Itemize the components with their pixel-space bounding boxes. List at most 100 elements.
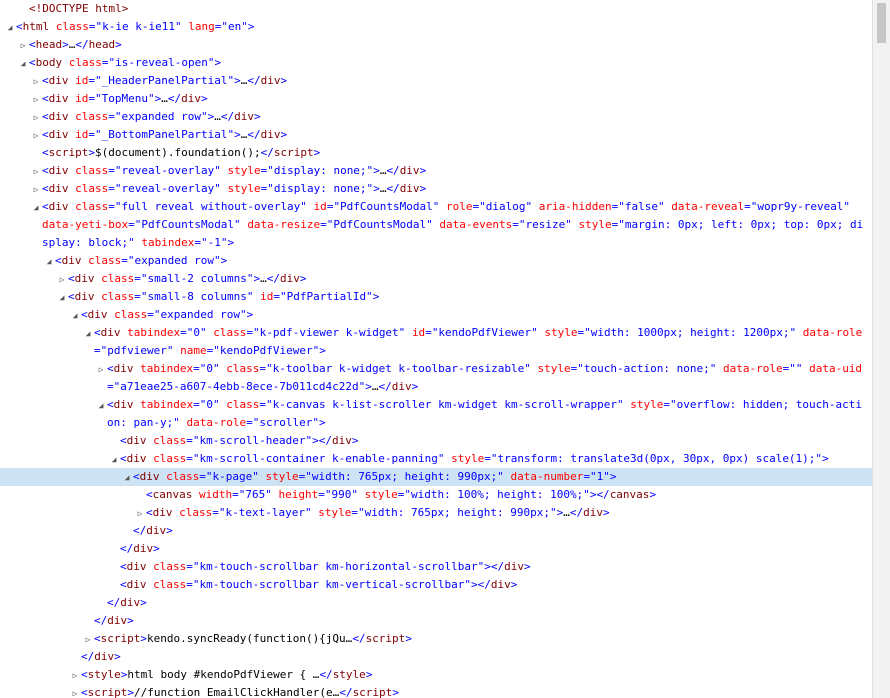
dom-node-line[interactable]: ▷ <div class="reveal-overlay" style="disp…: [0, 162, 872, 180]
dom-node-line-continuation[interactable]: ="pdfviewer" name="kendoPdfViewer">: [0, 342, 872, 360]
dom-node-line[interactable]: </div>: [0, 594, 872, 612]
dom-node-line[interactable]: ◢ <div class="km-scroll-container k-enabl…: [0, 450, 872, 468]
collapse-triangle-icon[interactable]: ▷: [30, 91, 42, 108]
attr-value: "_HeaderPanelPartial": [95, 74, 235, 87]
attr-value: "small-8 columns": [140, 290, 254, 303]
bracket: </: [81, 650, 95, 663]
dom-node-line-continuation[interactable]: data-yeti-box="PdfCountsModal" data-resi…: [0, 216, 872, 234]
tag-name: head: [35, 38, 63, 51]
expand-triangle-icon[interactable]: ◢: [69, 307, 81, 324]
tag-name: div: [260, 74, 281, 87]
equals-sign: =: [193, 398, 200, 411]
equals-sign: =: [121, 254, 128, 267]
bracket: <: [133, 470, 140, 483]
attr-value: "k-page": [205, 470, 259, 483]
attr-value: "resize": [518, 218, 572, 231]
dom-node-line[interactable]: ▷ <head>…</head>: [0, 36, 872, 54]
equals-sign: =: [108, 164, 115, 177]
dom-node-line[interactable]: </div>: [0, 522, 872, 540]
dom-node-line[interactable]: ▷ <div id="_BottomPanelPartial">…</div>: [0, 126, 872, 144]
expand-triangle-icon[interactable]: ◢: [17, 55, 29, 72]
bracket: >: [140, 596, 147, 609]
dom-node-line[interactable]: ▷ <script>kendo.syncReady(function(){jQu……: [0, 630, 872, 648]
equals-sign: =: [88, 128, 95, 141]
expand-triangle-icon[interactable]: ◢: [108, 451, 120, 468]
attr-value: "PdfCountsModal": [134, 218, 241, 231]
bracket: >: [649, 488, 657, 501]
expand-triangle-icon[interactable]: ◢: [82, 325, 94, 342]
dom-node-line[interactable]: <canvas width="765" height="990" style="…: [0, 486, 872, 504]
scrollbar-thumb[interactable]: [877, 3, 886, 43]
bracket: >: [280, 74, 288, 87]
attr-name: style: [364, 488, 398, 501]
tag-name: script: [48, 146, 89, 159]
dom-node-line[interactable]: ▷ <script>//function EmailClickHandler(e……: [0, 684, 872, 698]
dom-node-line[interactable]: ▷ <div class="small-2 columns">…</div>: [0, 270, 872, 288]
expand-triangle-icon[interactable]: ◢: [4, 19, 16, 36]
expand-triangle-icon[interactable]: ◢: [56, 289, 68, 306]
dom-node-line-continuation[interactable]: ="a71eae25-a607-4ebb-8ece-7b011cd4c22d">…: [0, 378, 872, 396]
dom-node-line[interactable]: <div class="km-scroll-header"></div>: [0, 432, 872, 450]
dom-node-line[interactable]: ▷ <div class="reveal-overlay" style="disp…: [0, 180, 872, 198]
expand-triangle-icon[interactable]: ◢: [121, 469, 133, 486]
collapse-triangle-icon[interactable]: ▷: [95, 361, 107, 378]
bracket: </: [120, 542, 134, 555]
dom-node-line[interactable]: </div>: [0, 648, 872, 666]
dom-node-line[interactable]: <div class="km-touch-scrollbar km-vertic…: [0, 576, 872, 594]
collapse-triangle-icon[interactable]: ▷: [56, 271, 68, 288]
bracket: <: [146, 488, 153, 501]
bracket: <: [81, 668, 88, 681]
dom-node-line[interactable]: ◢ <div tabindex="0" class="k-pdf-viewer k…: [0, 324, 872, 342]
tag-name: div: [490, 578, 511, 591]
dom-node-line[interactable]: ▷ <div class="expanded row">…</div>: [0, 108, 872, 126]
dom-node-line[interactable]: ◢ <body class="is-reveal-open">: [0, 54, 872, 72]
attr-name: height: [278, 488, 319, 501]
vertical-scrollbar[interactable]: [872, 0, 890, 698]
collapse-triangle-icon[interactable]: ▷: [30, 73, 42, 90]
dom-node-line[interactable]: ▷ <style>html body #kendoPdfViewer { …</s…: [0, 666, 872, 684]
collapse-triangle-icon[interactable]: ▷: [30, 163, 42, 180]
dom-node-line[interactable]: ◢ <html class="k-ie k-ie11" lang="en">: [0, 18, 872, 36]
equals-sign: =: [193, 362, 200, 375]
collapse-triangle-icon[interactable]: ▷: [30, 127, 42, 144]
expand-triangle-icon[interactable]: ◢: [95, 397, 107, 414]
expand-triangle-icon[interactable]: ◢: [30, 199, 42, 216]
collapse-triangle-icon[interactable]: ▷: [69, 685, 81, 698]
collapse-triangle-icon[interactable]: ▷: [134, 505, 146, 522]
dom-node-line[interactable]: ▷ <div id="TopMenu">…</div>: [0, 90, 872, 108]
text-node: [49, 20, 56, 33]
bracket: >: [524, 560, 531, 573]
tag-name: div: [152, 506, 173, 519]
collapse-triangle-icon[interactable]: ▷: [30, 109, 42, 126]
bracket: </: [260, 146, 274, 159]
tag-name: div: [48, 182, 69, 195]
dom-node-line[interactable]: <!DOCTYPE html>: [0, 0, 872, 18]
attr-value: "reveal-overlay": [114, 164, 221, 177]
collapse-triangle-icon[interactable]: ▷: [30, 181, 42, 198]
dom-node-line[interactable]: ▷ <div tabindex="0" class="k-toolbar k-wi…: [0, 360, 872, 378]
dom-node-line[interactable]: ◢ <div tabindex="0" class="k-canvas k-lis…: [0, 396, 872, 414]
dom-node-line[interactable]: ◢ <div class="full reveal without-overlay…: [0, 198, 872, 216]
dom-node-line[interactable]: ▷ <div id="_HeaderPanelPartial">…</div>: [0, 72, 872, 90]
dom-node-line[interactable]: <script>$(document).foundation();</scrip…: [0, 144, 872, 162]
text-node: …: [371, 380, 379, 393]
collapse-triangle-icon[interactable]: ▷: [17, 37, 29, 54]
dom-node-line[interactable]: <div class="km-touch-scrollbar km-horizo…: [0, 558, 872, 576]
bracket: <: [94, 632, 101, 645]
attr-value: "dialog": [479, 200, 533, 213]
dom-node-line-continuation[interactable]: on: pan-y;" data-role="scroller">: [0, 414, 872, 432]
dom-node-line[interactable]: ◢ <div class="expanded row">: [0, 306, 872, 324]
dom-node-line[interactable]: </div>: [0, 612, 872, 630]
dom-node-line[interactable]: ◢ <div class="expanded row">: [0, 252, 872, 270]
dom-node-line[interactable]: ▷ <div class="k-text-layer" style="width:…: [0, 504, 872, 522]
dom-node-line[interactable]: ◢ <div class="k-page" style="width: 765px…: [0, 468, 872, 486]
dom-node-line-continuation[interactable]: splay: block;" tabindex="-1">: [0, 234, 872, 252]
collapse-triangle-icon[interactable]: ▷: [69, 667, 81, 684]
tag-name: style: [332, 668, 366, 681]
attr-name: id: [75, 74, 89, 87]
bracket: >: [405, 632, 412, 645]
expand-triangle-icon[interactable]: ◢: [43, 253, 55, 270]
dom-node-line[interactable]: ◢ <div class="small-8 columns" id="PdfPar…: [0, 288, 872, 306]
collapse-triangle-icon[interactable]: ▷: [82, 631, 94, 648]
dom-node-line[interactable]: </div>: [0, 540, 872, 558]
